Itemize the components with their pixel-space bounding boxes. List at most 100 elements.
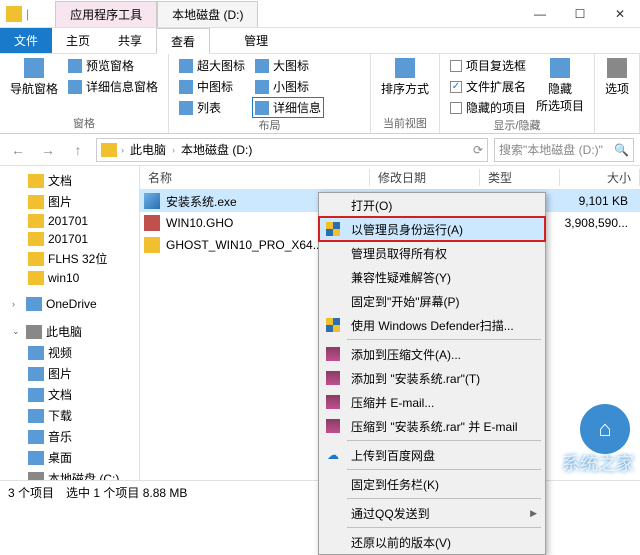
context-menu-item[interactable]: 兼容性疑难解答(Y) [319,265,545,289]
context-menu-item[interactable]: 固定到任务栏(K) [319,472,545,496]
details-icon [255,101,269,115]
context-menu-item[interactable]: 以管理员身份运行(A) [319,217,545,241]
col-type[interactable]: 类型 [480,169,560,186]
tree-music[interactable]: 音乐 [0,426,139,447]
preview-pane-icon [68,59,82,73]
context-menu-item[interactable]: 打开(O) [319,193,545,217]
context-menu-item[interactable]: 管理员取得所有权 [319,241,545,265]
crumb-this-pc[interactable]: 此电脑 [128,141,168,158]
context-menu-item[interactable]: 还原以前的版本(V) [319,530,545,554]
context-menu-item[interactable]: 压缩到 "安装系统.rar" 并 E-mail [319,414,545,438]
forward-button[interactable]: → [36,138,60,162]
menu-separator [347,339,541,340]
layout-small[interactable]: 小图标 [253,77,323,96]
folder-icon [28,232,44,246]
checkbox-icon [450,102,462,114]
refresh-button[interactable]: ⟳ [473,143,483,157]
context-menu-item[interactable]: 压缩并 E-mail... [319,390,545,414]
nav-tree[interactable]: 文档 图片 201701 201701 FLHS 32位 win10 ›OneD… [0,166,140,480]
details-pane-button[interactable]: 详细信息窗格 [66,77,160,96]
breadcrumb[interactable]: › 此电脑 › 本地磁盘 (D:) ⟳ [96,138,488,162]
context-tab-tools[interactable]: 应用程序工具 [55,1,157,27]
chevron-right-icon[interactable]: › [121,145,124,155]
col-date[interactable]: 修改日期 [370,169,480,186]
checkboxes-toggle[interactable]: 项目复选框 [448,56,528,75]
search-input[interactable]: 搜索"本地磁盘 (D:)" 🔍 [494,138,634,162]
manage-tab[interactable]: 管理 [230,28,282,53]
checkbox-icon [450,60,462,72]
back-button[interactable]: ← [6,138,30,162]
submenu-arrow-icon: ▶ [530,508,537,519]
status-selection: 选中 1 个项目 8.88 MB [66,484,187,501]
folder-icon [28,174,44,188]
exe-icon [144,193,160,209]
hide-selected-button[interactable]: 隐藏 所选项目 [534,56,586,116]
chevron-down-icon[interactable]: ⌄ [12,326,22,337]
tree-documents[interactable]: 文档 [0,170,139,191]
minimize-button[interactable]: — [520,0,560,28]
layout-list[interactable]: 列表 [177,98,247,117]
sort-button[interactable]: 排序方式 [379,56,431,99]
context-menu-item[interactable]: 添加到 "安装系统.rar"(T) [319,366,545,390]
tree-pictures[interactable]: 图片 [0,191,139,212]
preview-pane-button[interactable]: 预览窗格 [66,56,160,75]
menu-item-label: 压缩到 "安装系统.rar" 并 E-mail [351,418,537,435]
layout-extra-large[interactable]: 超大图标 [177,56,247,75]
context-menu-item[interactable]: 通过QQ发送到▶ [319,501,545,525]
tree-onedrive[interactable]: ›OneDrive [0,295,139,313]
tree-this-pc[interactable]: ⌄此电脑 [0,321,139,342]
layout-large[interactable]: 大图标 [253,56,323,75]
home-tab[interactable]: 主页 [52,28,104,53]
tree-downloads[interactable]: 下载 [0,405,139,426]
col-size[interactable]: 大小 [560,169,640,186]
tree-local-c[interactable]: 本地磁盘 (C:) [0,468,139,480]
tree-201701b[interactable]: 201701 [0,230,139,248]
rar-icon [326,395,340,409]
layout-medium[interactable]: 中图标 [177,77,247,96]
menu-item-label: 添加到压缩文件(A)... [351,346,537,363]
up-button[interactable]: ↑ [66,138,90,162]
tree-win10[interactable]: win10 [0,269,139,287]
tree-desktop[interactable]: 桌面 [0,447,139,468]
layout-details[interactable]: 详细信息 [253,98,323,117]
col-name[interactable]: 名称 [140,169,370,186]
options-button[interactable]: 选项 [603,56,631,99]
tree-201701a[interactable]: 201701 [0,212,139,230]
context-menu-item[interactable]: ☁上传到百度网盘 [319,443,545,467]
share-tab[interactable]: 共享 [104,28,156,53]
context-menu-item[interactable]: 使用 Windows Defender扫描... [319,313,545,337]
maximize-button[interactable]: ☐ [560,0,600,28]
view-tab[interactable]: 查看 [156,28,210,54]
tree-videos[interactable]: 视频 [0,342,139,363]
nav-pane-button[interactable]: 导航窗格 [8,56,60,99]
ribbon-group-pane: 导航窗格 预览窗格 详细信息窗格 窗格 [0,54,169,133]
crumb-drive[interactable]: 本地磁盘 (D:) [179,141,254,158]
ribbon-group-showhide: 项目复选框 文件扩展名 隐藏的项目 隐藏 所选项目 显示/隐藏 [440,54,595,133]
context-menu-item[interactable]: 固定到"开始"屏幕(P) [319,289,545,313]
rar-icon [326,347,340,361]
file-tab[interactable]: 文件 [0,28,52,53]
rar-icon [326,419,340,433]
folder-icon [28,271,44,285]
ribbon-group-layout: 超大图标 中图标 列表 大图标 小图标 详细信息 布局 [169,54,371,133]
close-button[interactable]: ✕ [600,0,640,28]
tree-pictures2[interactable]: 图片 [0,363,139,384]
chevron-right-icon[interactable]: › [12,299,22,309]
context-menu-item[interactable]: 添加到压缩文件(A)... [319,342,545,366]
menu-separator [347,440,541,441]
file-size: 3,908,590... [556,216,636,230]
tree-documents2[interactable]: 文档 [0,384,139,405]
sort-label: 排序方式 [381,80,429,97]
sm-icon [255,80,269,94]
context-menu[interactable]: 打开(O)以管理员身份运行(A)管理员取得所有权兼容性疑难解答(Y)固定到"开始… [318,192,546,555]
menu-separator [347,469,541,470]
extensions-toggle[interactable]: 文件扩展名 [448,77,528,96]
hidden-toggle[interactable]: 隐藏的项目 [448,98,528,117]
shield-icon [326,318,340,332]
chevron-right-icon[interactable]: › [172,145,175,155]
tree-flhs[interactable]: FLHS 32位 [0,248,139,269]
options-icon [607,58,627,78]
music-icon [28,430,44,444]
window-controls: — ☐ ✕ [520,0,640,28]
list-icon [179,101,193,115]
